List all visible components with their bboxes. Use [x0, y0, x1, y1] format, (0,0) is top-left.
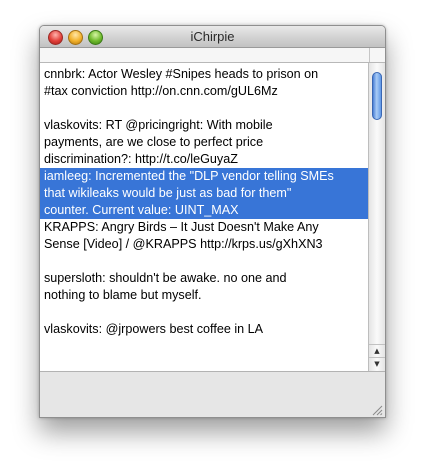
tweet-line: Sense [Video] / @KRAPPS http://krps.us/g…: [44, 237, 323, 251]
tweet-line: payments, are we close to perfect price: [44, 135, 264, 149]
scroll-up-icon[interactable]: ▲: [369, 344, 385, 358]
tweet-line: that wikileaks would be just as bad for …: [44, 186, 292, 200]
scroll-down-icon[interactable]: ▼: [369, 357, 385, 371]
tweet-line: vlaskovits: @jrpowers best coffee in LA: [44, 322, 264, 336]
window-title: iChirpie: [190, 29, 235, 44]
title-bar[interactable]: iChirpie: [40, 26, 385, 48]
compose-field-end: [369, 48, 385, 62]
tweet-line: supersloth: shouldn't be awake. no one a…: [44, 271, 287, 285]
tweet-line: counter. Current value: UINT_MAX: [44, 203, 239, 217]
tweet-item-selected[interactable]: iamleeg: Incremented the "DLP vendor tel…: [40, 168, 368, 219]
tweet-line: iamleeg: Incremented the "DLP vendor tel…: [44, 169, 334, 183]
tweet-item[interactable]: supersloth: shouldn't be awake. no one a…: [40, 270, 368, 304]
tweet-item[interactable]: vlaskovits: RT @pricingright: With mobil…: [40, 117, 368, 168]
tweet-line: nothing to blame but myself.: [44, 288, 202, 302]
tweet-item[interactable]: vlaskovits: @jrpowers best coffee in LA: [40, 321, 368, 338]
tweet-item[interactable]: cnnbrk: Actor Wesley #Snipes heads to pr…: [40, 66, 368, 100]
tweet-line: KRAPPS: Angry Birds – It Just Doesn't Ma…: [44, 220, 319, 234]
tweet-line: #tax conviction http://on.cnn.com/gUL6Mz: [44, 84, 278, 98]
status-area: [40, 371, 385, 417]
tweet-line: cnnbrk: Actor Wesley #Snipes heads to pr…: [44, 67, 319, 81]
vertical-scrollbar[interactable]: ▲ ▼: [368, 63, 385, 371]
resize-grip-icon[interactable]: [371, 404, 383, 416]
tweet-line: discrimination?: http://t.co/leGuyaZ: [44, 152, 238, 166]
ichirpie-window: iChirpie cnnbrk: Actor Wesley #Snipes he…: [39, 25, 386, 418]
tweet-line: vlaskovits: RT @pricingright: With mobil…: [44, 118, 273, 132]
scrollbar-thumb[interactable]: [372, 72, 382, 120]
timeline-list[interactable]: cnnbrk: Actor Wesley #Snipes heads to pr…: [40, 63, 368, 371]
compose-field[interactable]: [40, 48, 385, 63]
tweet-item[interactable]: KRAPPS: Angry Birds – It Just Doesn't Ma…: [40, 219, 368, 253]
